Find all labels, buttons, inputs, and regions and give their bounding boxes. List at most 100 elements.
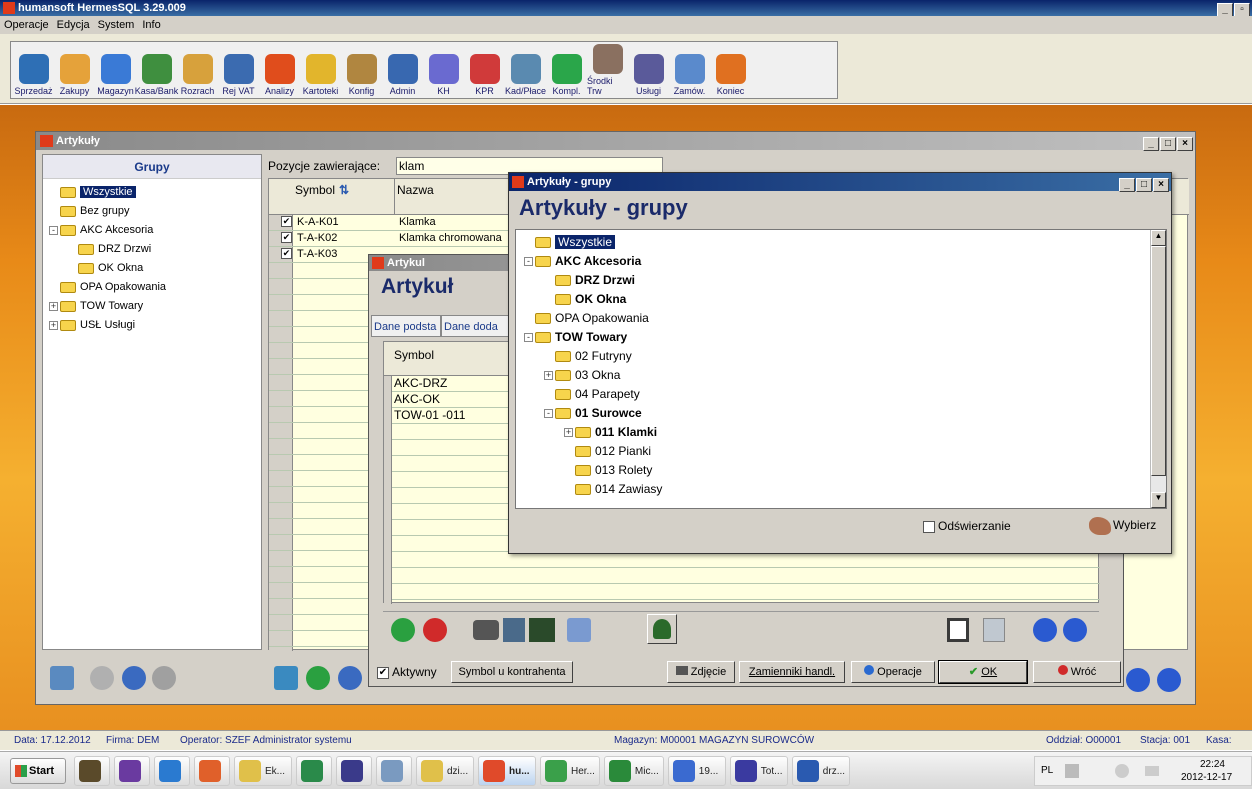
tree-item[interactable]: +011 Klamki bbox=[524, 423, 1166, 442]
clock-date[interactable]: 2012-12-17 bbox=[1181, 772, 1232, 783]
collapse-icon[interactable]: - bbox=[524, 257, 533, 267]
close-button[interactable]: × bbox=[1177, 137, 1193, 151]
expand-icon[interactable]: + bbox=[49, 320, 58, 330]
toolbar-button-2[interactable]: Magazyn bbox=[95, 54, 136, 96]
tree-item[interactable]: OK Okna bbox=[524, 290, 1166, 309]
toolbar-button-5[interactable]: Rej VAT bbox=[218, 54, 259, 96]
menu-item-3[interactable]: Info bbox=[142, 19, 160, 31]
expand-icon[interactable]: + bbox=[544, 371, 553, 381]
chart-icon[interactable] bbox=[529, 618, 555, 642]
toolbar-button-8[interactable]: Konfig bbox=[341, 54, 382, 96]
taskbar-item[interactable]: dzi... bbox=[416, 756, 474, 786]
prev-record-icon[interactable] bbox=[1126, 668, 1150, 692]
taskbar-item[interactable]: Her... bbox=[540, 756, 600, 786]
collapse-icon[interactable]: - bbox=[524, 333, 533, 343]
wroc-button[interactable]: Wróć bbox=[1033, 661, 1121, 683]
maximize-button[interactable]: □ bbox=[1136, 178, 1152, 192]
toolbar-button-11[interactable]: KPR bbox=[464, 54, 505, 96]
tree-item[interactable]: +03 Okna bbox=[524, 366, 1166, 385]
start-button[interactable]: Start bbox=[10, 758, 66, 784]
tree-item[interactable]: - 01 Surowce bbox=[524, 404, 1166, 423]
tree-item[interactable]: - AKC Akcesoria bbox=[49, 221, 261, 240]
toolbar-button-3[interactable]: Kasa/Bank bbox=[135, 54, 178, 96]
toolbar-button-0[interactable]: Sprzedaż bbox=[13, 54, 54, 96]
taskbar-item[interactable] bbox=[74, 756, 110, 786]
tree-item[interactable]: 014 Zawiasy bbox=[524, 480, 1166, 499]
toolbar-button-4[interactable]: Rozrach bbox=[177, 54, 218, 96]
taskbar-item[interactable]: drz... bbox=[791, 756, 851, 786]
network-icon[interactable] bbox=[1065, 764, 1079, 778]
collapse-icon[interactable]: - bbox=[544, 409, 553, 419]
row-checkbox[interactable]: ✔ bbox=[281, 216, 292, 227]
language-indicator[interactable]: PL bbox=[1041, 765, 1053, 776]
artykul-col-symbol[interactable]: Symbol bbox=[394, 348, 434, 362]
restore-button[interactable]: ▫ bbox=[1234, 3, 1250, 17]
signal-icon[interactable] bbox=[1145, 766, 1159, 776]
tree-item[interactable]: 012 Pianki bbox=[524, 442, 1166, 461]
prev-icon[interactable] bbox=[1033, 618, 1057, 642]
expand-icon[interactable]: + bbox=[564, 428, 573, 438]
add-article-icon[interactable] bbox=[306, 666, 330, 690]
menu-item-0[interactable]: Operacje bbox=[4, 19, 49, 31]
taskbar-item[interactable] bbox=[114, 756, 150, 786]
taskbar-item[interactable]: Tot... bbox=[729, 756, 788, 786]
copy-icon[interactable] bbox=[983, 618, 1005, 642]
ok-button[interactable]: ✔ OK bbox=[938, 660, 1028, 684]
edit-article-icon[interactable] bbox=[338, 666, 362, 690]
toolbar-button-16[interactable]: Zamów. bbox=[669, 54, 710, 96]
groups-config-icon[interactable] bbox=[50, 666, 74, 690]
taskbar-item[interactable] bbox=[336, 756, 372, 786]
minimize-button[interactable]: _ bbox=[1119, 178, 1135, 192]
next-icon[interactable] bbox=[1063, 618, 1087, 642]
tree-item[interactable]: Wszystkie bbox=[524, 233, 1166, 252]
toolbar-button-7[interactable]: Kartoteki bbox=[300, 54, 341, 96]
toolbar-button-1[interactable]: Zakupy bbox=[54, 54, 95, 96]
taskbar-item[interactable] bbox=[296, 756, 332, 786]
expand-icon[interactable]: + bbox=[49, 301, 58, 311]
taskbar-item[interactable]: Mic... bbox=[603, 756, 664, 786]
minimize-button[interactable]: _ bbox=[1217, 3, 1233, 17]
taskbar-item[interactable]: 19... bbox=[667, 756, 726, 786]
col-symbol-header[interactable]: Symbol ⇅ bbox=[293, 179, 395, 215]
save-icon[interactable] bbox=[947, 618, 969, 642]
building-icon[interactable] bbox=[503, 618, 525, 642]
remove-icon[interactable] bbox=[423, 618, 447, 642]
toolbar-button-10[interactable]: KH bbox=[423, 54, 464, 96]
export-icon[interactable] bbox=[274, 666, 298, 690]
tree-item[interactable]: 02 Futryny bbox=[524, 347, 1166, 366]
tree-item[interactable]: DRZ Drzwi bbox=[524, 271, 1166, 290]
close-button[interactable]: × bbox=[1153, 178, 1169, 192]
toolbar-button-12[interactable]: Kad/Płace bbox=[505, 54, 546, 96]
add-icon[interactable] bbox=[391, 618, 415, 642]
tree-item[interactable]: Bez grupy bbox=[49, 202, 261, 221]
taskbar-item[interactable] bbox=[376, 756, 412, 786]
edit-group-icon[interactable] bbox=[122, 666, 146, 690]
toolbar-button-17[interactable]: Koniec bbox=[710, 54, 751, 96]
toolbar-button-14[interactable]: Środki Trw bbox=[587, 44, 628, 96]
col-nazwa-header[interactable]: Nazwa bbox=[395, 179, 515, 215]
zamienniki-button[interactable]: Zamienniki handl. bbox=[739, 661, 845, 683]
volume-icon[interactable] bbox=[1115, 764, 1129, 778]
tree-item[interactable]: OPA Opakowania bbox=[49, 278, 261, 297]
tree-button[interactable] bbox=[647, 614, 677, 644]
maximize-button[interactable]: □ bbox=[1160, 137, 1176, 151]
tree-item[interactable]: 04 Parapety bbox=[524, 385, 1166, 404]
tree-item[interactable]: + USŁ Usługi bbox=[49, 316, 261, 335]
tree-item[interactable]: OK Okna bbox=[49, 259, 261, 278]
toolbar-button-9[interactable]: Admin bbox=[382, 54, 423, 96]
taskbar-item[interactable] bbox=[194, 756, 230, 786]
odswiezanie-checkbox[interactable]: Odświerzanie bbox=[923, 519, 1011, 533]
add-group-icon[interactable] bbox=[90, 666, 114, 690]
remove-group-icon[interactable] bbox=[152, 666, 176, 690]
row-checkbox[interactable]: ✔ bbox=[281, 232, 292, 243]
tree-item[interactable]: - AKC Akcesoria bbox=[524, 252, 1166, 271]
toolbar-button-6[interactable]: Analizy bbox=[259, 54, 300, 96]
wybierz-button[interactable]: Wybierz bbox=[1089, 513, 1156, 537]
binoculars-icon[interactable] bbox=[473, 620, 499, 640]
symbol-kontrahenta-button[interactable]: Symbol u kontrahenta bbox=[451, 661, 573, 683]
tab-dane-podstawowe[interactable]: Dane podsta bbox=[371, 315, 441, 337]
clock-time[interactable]: 22:24 bbox=[1179, 759, 1225, 770]
operacje-button[interactable]: Operacje bbox=[851, 661, 935, 683]
toolbar-button-15[interactable]: Usługi bbox=[628, 54, 669, 96]
collapse-icon[interactable]: - bbox=[49, 225, 58, 235]
